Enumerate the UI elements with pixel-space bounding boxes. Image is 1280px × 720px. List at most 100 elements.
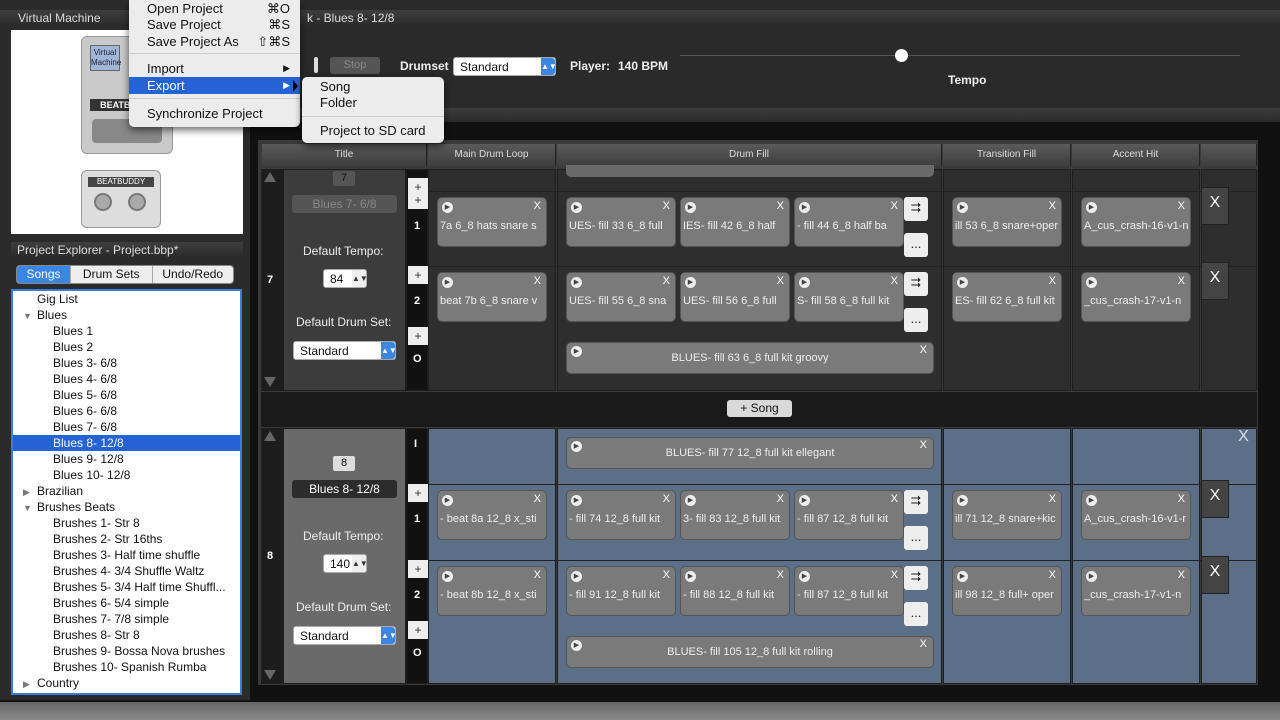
move-down-icon[interactable] — [264, 670, 276, 680]
menu-synchronize-project[interactable]: Synchronize Project — [129, 105, 300, 122]
tree-item[interactable]: Blues 2 — [13, 339, 240, 355]
menu-open-project[interactable]: Open Project ⌘O — [129, 0, 300, 17]
more-fills-button[interactable]: ... — [904, 526, 928, 550]
remove-icon[interactable]: X — [777, 275, 784, 287]
main-loop-card[interactable]: ▶ Xbeat 7b 6_8 snare v — [437, 272, 547, 322]
submenu-project-to-sd[interactable]: Project to SD card — [320, 123, 426, 138]
tab-songs[interactable]: Songs — [17, 266, 71, 283]
remove-icon[interactable]: X — [1178, 275, 1185, 287]
tree-item[interactable]: Brushes 8- Str 8 — [13, 627, 240, 643]
play-icon[interactable]: ▶ — [957, 495, 968, 506]
drum-fill-card[interactable]: ▶ X - fill 88 12_8 full kit — [680, 566, 790, 616]
accent-hit-card[interactable]: ▶ X A_cus_crash-16-v1-n — [1081, 197, 1191, 247]
play-icon[interactable]: ▶ — [1086, 571, 1097, 582]
remove-icon[interactable]: X — [891, 493, 898, 505]
add-song-button[interactable]: + Song — [727, 400, 792, 417]
delete-part-button[interactable]: X — [1201, 262, 1229, 300]
tree-item[interactable]: Gig List — [13, 291, 240, 307]
song-name-field[interactable]: Blues 8- 12/8 — [292, 480, 397, 498]
footswitch-button-left[interactable] — [94, 193, 112, 211]
outro-fill-card[interactable]: ▶ X BLUES- fill 63 6_8 full kit groovy — [566, 342, 934, 374]
remove-icon[interactable]: X — [534, 493, 541, 505]
tree-item[interactable]: Blues 8- 12/8 — [13, 435, 240, 451]
add-part-button[interactable]: + — [408, 327, 428, 345]
tree-item[interactable]: Brushes 5- 3/4 Half time Shuffl... — [13, 579, 240, 595]
drum-fill-card[interactable]: ▶ X UES- fill 55 6_8 sna — [566, 272, 676, 322]
remove-icon[interactable]: X — [777, 493, 784, 505]
tab-drum-sets[interactable]: Drum Sets — [71, 266, 153, 283]
default-drumset-select[interactable]: Standard ▲▼ — [293, 626, 397, 645]
play-icon[interactable]: ▶ — [799, 277, 810, 288]
transition-toggle-button[interactable]: ⮆ — [904, 566, 928, 590]
play-icon[interactable]: ▶ — [571, 202, 582, 213]
accent-hit-card[interactable]: ▶ X _cus_crash-17-v1-n — [1081, 566, 1191, 616]
outro-fill-card[interactable]: ▶ X BLUES- fill 105 12_8 full kit rolling — [566, 636, 934, 668]
drumset-select[interactable]: Standard ▲▼ — [453, 57, 557, 76]
drum-fill-card[interactable]: ▶ X - fill 74 12_8 full kit — [566, 490, 676, 540]
tree-item[interactable]: Blues 9- 12/8 — [13, 451, 240, 467]
play-button-edge[interactable] — [314, 57, 318, 73]
delete-part-button[interactable]: X — [1201, 556, 1229, 594]
tree-item[interactable]: ▼ Blues — [13, 307, 240, 323]
play-icon[interactable]: ▶ — [571, 277, 582, 288]
stop-button[interactable]: Stop — [330, 57, 380, 74]
play-icon[interactable]: ▶ — [1086, 277, 1097, 288]
remove-icon[interactable]: X — [534, 200, 541, 212]
transition-toggle-button[interactable]: ⮆ — [904, 272, 928, 296]
remove-icon[interactable]: X — [534, 569, 541, 581]
disclosure-open-icon[interactable]: ▼ — [23, 308, 37, 324]
drum-fill-card[interactable]: ▶ X UES- fill 56 6_8 full — [680, 272, 790, 322]
play-icon[interactable]: ▶ — [442, 202, 453, 213]
remove-icon[interactable]: X — [891, 200, 898, 212]
drum-fill-card[interactable]: ▶ X 3- fill 83 12_8 full kit — [680, 490, 790, 540]
transition-fill-card[interactable]: ▶ Xill 71 12_8 snare+kic — [952, 490, 1062, 540]
tree-item[interactable]: Brushes 9- Bossa Nova brushes — [13, 643, 240, 659]
remove-icon[interactable]: X — [1178, 493, 1185, 505]
disclosure-closed-icon[interactable]: ▶ — [23, 484, 37, 500]
move-down-icon[interactable] — [264, 377, 276, 387]
remove-icon[interactable]: X — [1049, 275, 1056, 287]
play-icon[interactable]: ▶ — [571, 495, 582, 506]
remove-icon[interactable]: X — [1178, 200, 1185, 212]
remove-icon[interactable]: X — [1178, 569, 1185, 581]
play-icon[interactable]: ▶ — [1086, 495, 1097, 506]
play-icon[interactable]: ▶ — [442, 571, 453, 582]
remove-icon[interactable]: X — [663, 200, 670, 212]
tree-item[interactable]: Blues 6- 6/8 — [13, 403, 240, 419]
more-fills-button[interactable]: ... — [904, 233, 928, 257]
play-icon[interactable]: ▶ — [957, 202, 968, 213]
play-icon[interactable]: ▶ — [799, 202, 810, 213]
drum-fill-card[interactable]: ▶ X - fill 44 6_8 half ba — [794, 197, 904, 247]
transition-fill-card[interactable]: ▶ Xill 98 12_8 full+ oper — [952, 566, 1062, 616]
play-icon[interactable]: ▶ — [442, 277, 453, 288]
remove-icon[interactable]: X — [891, 569, 898, 581]
tab-undo-redo[interactable]: Undo/Redo — [153, 266, 234, 283]
default-tempo-input[interactable]: 84 ▲▼ — [323, 269, 368, 288]
accent-hit-card[interactable]: ▶ X A_cus_crash-16-v1-r — [1081, 490, 1191, 540]
play-icon[interactable]: ▶ — [685, 495, 696, 506]
tree-item[interactable]: Brushes 4- 3/4 Shuffle Waltz — [13, 563, 240, 579]
menu-export[interactable]: Export ▶ — [129, 77, 300, 94]
add-part-button[interactable]: + — [408, 484, 428, 502]
move-up-icon[interactable] — [264, 172, 276, 182]
delete-part-button[interactable]: X — [1201, 480, 1229, 518]
drum-fill-card[interactable]: ▶ X S- fill 58 6_8 full kit — [794, 272, 904, 322]
play-icon[interactable]: ▶ — [571, 571, 582, 582]
intro-fill-card-partial[interactable] — [566, 165, 934, 177]
disclosure-closed-icon[interactable]: ▶ — [23, 676, 37, 692]
play-icon[interactable]: ▶ — [957, 277, 968, 288]
play-icon[interactable]: ▶ — [685, 202, 696, 213]
tree-item[interactable]: Blues 3- 6/8 — [13, 355, 240, 371]
add-part-button[interactable]: + — [408, 560, 428, 578]
transition-fill-card[interactable]: ▶ X ES- fill 62 6_8 full kit — [952, 272, 1062, 322]
drum-fill-card[interactable]: ▶ X UES- fill 33 6_8 full — [566, 197, 676, 247]
play-icon[interactable]: ▶ — [799, 571, 810, 582]
transition-toggle-button[interactable]: ⮆ — [904, 197, 928, 221]
play-icon[interactable]: ▶ — [685, 277, 696, 288]
drum-fill-card[interactable]: ▶ X - fill 87 12_8 full kit — [794, 490, 904, 540]
play-icon[interactable]: ▶ — [442, 495, 453, 506]
transition-toggle-button[interactable]: ⮆ — [904, 490, 928, 514]
tree-item[interactable]: ▶ Country — [13, 675, 240, 691]
tree-item[interactable]: Brushes 10- Spanish Rumba — [13, 659, 240, 675]
remove-icon[interactable]: X — [777, 200, 784, 212]
